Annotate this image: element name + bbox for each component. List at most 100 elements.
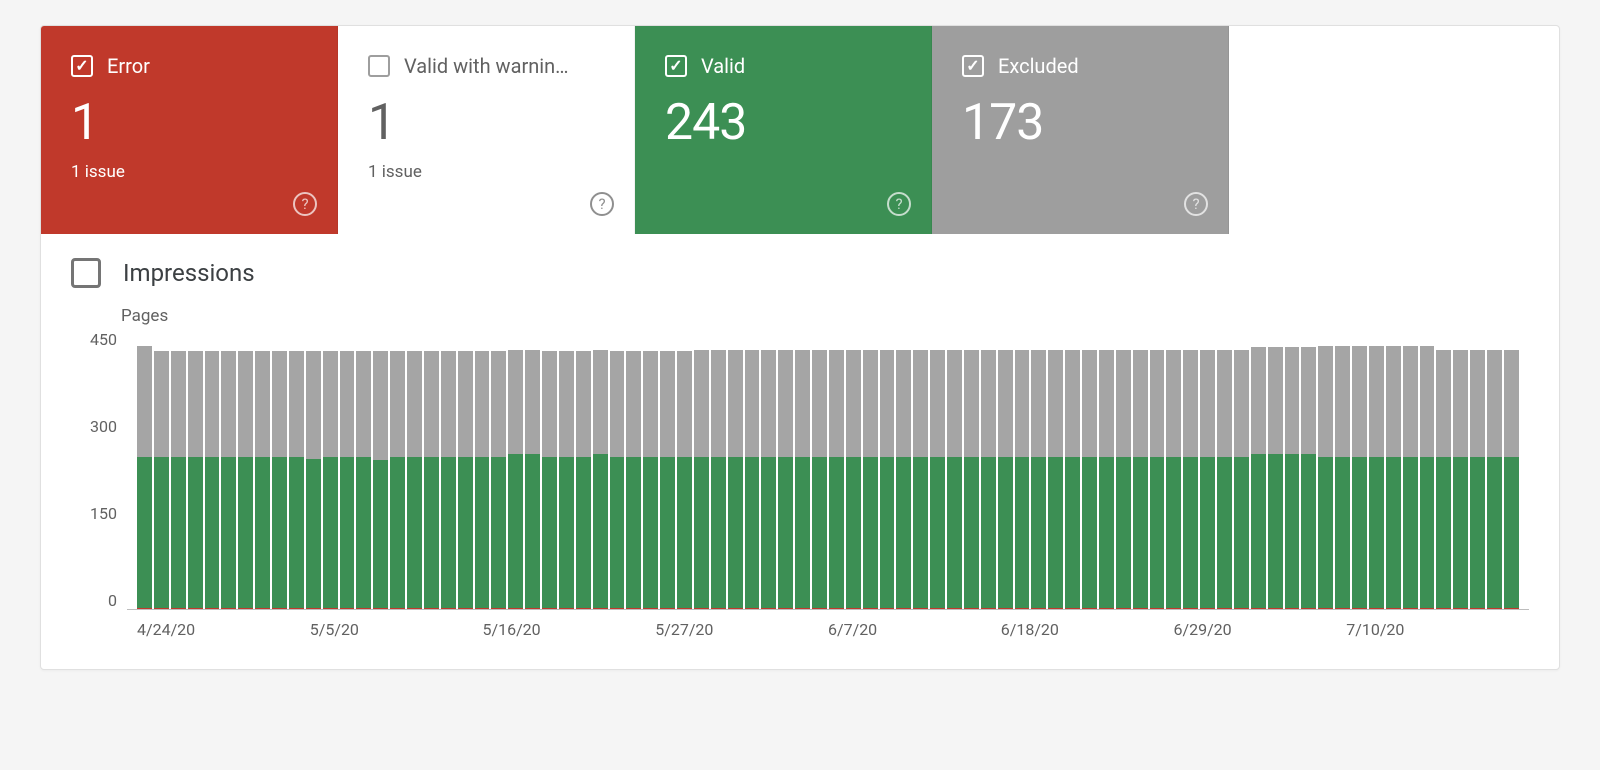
bar-segment-valid — [238, 457, 253, 608]
bar — [1369, 346, 1384, 609]
bar-segment-error — [508, 608, 523, 609]
bar-segment-excluded — [913, 350, 928, 458]
bar — [1403, 346, 1418, 609]
bar-segment-valid — [1335, 457, 1350, 608]
bar-segment-excluded — [761, 350, 776, 457]
bar — [238, 351, 253, 609]
bar-segment-error — [424, 608, 439, 609]
bar — [593, 350, 608, 609]
bar-segment-error — [677, 608, 692, 609]
impressions-checkbox[interactable] — [71, 258, 101, 288]
bar-segment-valid — [1015, 457, 1030, 608]
bar-segment-error — [1352, 608, 1367, 609]
bar-segment-valid — [289, 457, 304, 608]
bar-segment-error — [913, 608, 928, 609]
bar — [491, 351, 506, 609]
bar — [356, 351, 371, 609]
tab-issue: 1 issue — [71, 162, 307, 182]
coverage-chart: Pages 4503001500 4/24/205/5/205/16/205/2… — [41, 296, 1559, 669]
bar — [660, 351, 675, 609]
bar-segment-valid — [1150, 457, 1165, 608]
x-tick: 6/7/20 — [828, 620, 1001, 639]
bar — [913, 350, 928, 609]
bar-segment-excluded — [1504, 350, 1519, 458]
bar-segment-excluded — [238, 351, 253, 457]
bar-segment-excluded — [863, 350, 878, 458]
bar-segment-valid — [593, 454, 608, 608]
bar-segment-error — [221, 608, 236, 609]
bar — [930, 350, 945, 609]
bar-segment-valid — [761, 457, 776, 609]
bar — [896, 350, 911, 609]
bar-segment-error — [964, 608, 979, 609]
bar — [390, 351, 405, 609]
bar-segment-excluded — [1116, 350, 1131, 458]
bar-segment-valid — [981, 457, 996, 608]
bar — [1420, 346, 1435, 609]
bar-segment-error — [829, 608, 844, 609]
bar-segment-excluded — [289, 351, 304, 457]
bar-segment-error — [1504, 608, 1519, 609]
bar-segment-excluded — [1386, 346, 1401, 457]
bar-segment-valid — [812, 457, 827, 608]
bar — [1082, 350, 1097, 609]
bar-segment-valid — [272, 457, 287, 608]
bar-segment-excluded — [1065, 350, 1080, 458]
bar-segment-error — [1285, 608, 1300, 609]
bar-segment-error — [1403, 608, 1418, 609]
tab-valid-with-warnings[interactable]: Valid with warnin… 1 1 issue ? — [338, 26, 635, 234]
bar-segment-error — [559, 608, 574, 609]
tab-count: 1 — [71, 94, 307, 152]
tab-error[interactable]: Error 1 1 issue ? — [41, 26, 338, 234]
bar-segment-valid — [356, 457, 371, 608]
bar-segment-error — [846, 608, 861, 609]
bar-segment-error — [643, 608, 658, 609]
bar-segment-excluded — [610, 351, 625, 457]
bar — [1200, 350, 1215, 609]
bar — [525, 350, 540, 609]
bar-segment-error — [1150, 608, 1165, 609]
bar-segment-valid — [306, 459, 321, 608]
help-icon[interactable]: ? — [293, 192, 317, 216]
bar-segment-valid — [424, 457, 439, 608]
bar-segment-valid — [795, 457, 810, 608]
bar-segment-error — [238, 608, 253, 609]
bar-segment-valid — [1183, 457, 1198, 608]
bar-segment-valid — [1318, 457, 1333, 608]
tab-label: Valid — [701, 54, 745, 78]
tab-valid[interactable]: Valid 243 ? — [635, 26, 932, 234]
help-icon[interactable]: ? — [590, 192, 614, 216]
bar — [1268, 347, 1283, 609]
bar-segment-excluded — [1099, 350, 1114, 458]
bar — [221, 351, 236, 609]
checkbox-icon — [71, 55, 93, 77]
bar-segment-error — [340, 608, 355, 609]
bar — [508, 350, 523, 609]
tab-count: 243 — [665, 94, 901, 152]
bar-segment-valid — [255, 457, 270, 608]
bar-segment-excluded — [272, 351, 287, 457]
help-icon[interactable]: ? — [1184, 192, 1208, 216]
help-icon[interactable]: ? — [887, 192, 911, 216]
bar-segment-error — [1318, 608, 1333, 609]
bar-segment-error — [1031, 608, 1046, 609]
bar-segment-excluded — [626, 351, 641, 457]
bar — [1048, 350, 1063, 609]
tab-excluded[interactable]: Excluded 173 ? — [932, 26, 1229, 234]
impressions-label: Impressions — [123, 259, 255, 287]
bar-segment-error — [1301, 608, 1316, 609]
chart-plot-area — [127, 330, 1529, 610]
bar-segment-error — [812, 608, 827, 609]
bar-segment-error — [289, 608, 304, 609]
bar-segment-error — [475, 608, 490, 609]
bar-segment-excluded — [930, 350, 945, 458]
x-tick: 6/29/20 — [1174, 620, 1347, 639]
bar — [711, 350, 726, 609]
bar-segment-excluded — [356, 351, 371, 457]
bar-segment-valid — [1420, 457, 1435, 608]
bar-segment-valid — [137, 457, 152, 608]
bar-segment-valid — [1487, 457, 1502, 608]
bar-segment-excluded — [1335, 346, 1350, 457]
bar-segment-valid — [221, 457, 236, 608]
bar-segment-excluded — [525, 350, 540, 455]
